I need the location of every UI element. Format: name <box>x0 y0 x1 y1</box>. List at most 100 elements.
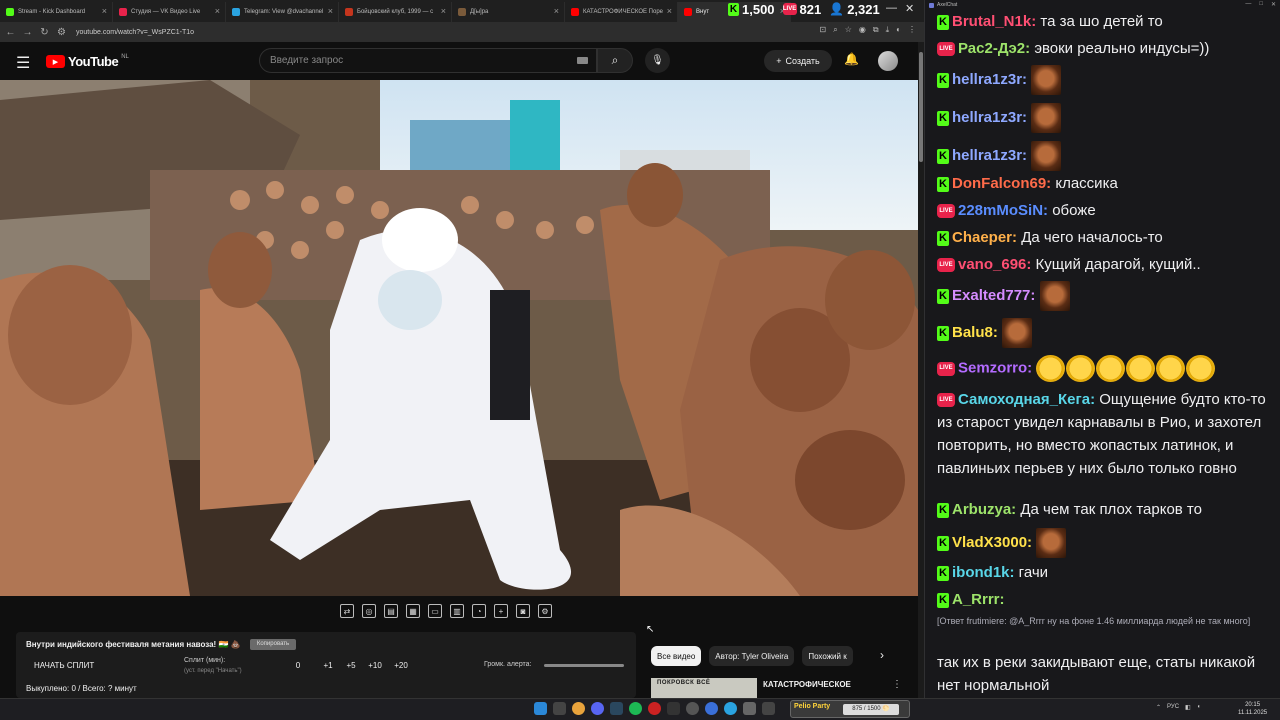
search-button[interactable]: ⌕ <box>597 48 633 73</box>
chat-username[interactable]: Exalted777: <box>952 287 1035 304</box>
recommended-title[interactable]: КАТАСТРОФИЧЕСКОЕ <box>763 680 851 689</box>
chat-username[interactable]: Рас2-Дэ2: <box>958 40 1030 57</box>
keyboard-icon[interactable] <box>577 57 588 64</box>
tab-close-icon[interactable]: × <box>667 6 672 16</box>
more-options-icon[interactable]: ⋮ <box>892 679 902 690</box>
tab-close-icon[interactable]: × <box>102 6 107 16</box>
media-player-icon[interactable] <box>705 702 718 715</box>
columns-icon[interactable]: ▥ <box>450 604 464 618</box>
obs-icon[interactable] <box>648 702 661 715</box>
tab-close-icon[interactable]: × <box>328 6 333 16</box>
tab-close-icon[interactable]: × <box>441 6 446 16</box>
clock[interactable]: 20:15 11.11.2025 <box>1238 701 1267 717</box>
video-player[interactable] <box>0 80 918 596</box>
extension-icon[interactable]: ◉ <box>859 25 866 35</box>
search-icon[interactable] <box>553 702 566 715</box>
search-input[interactable]: Введите запрос <box>259 48 597 73</box>
browser-tab[interactable]: Бойцовский клуб, 1999 — с × <box>339 2 452 22</box>
add-icon[interactable]: + <box>494 604 508 618</box>
chip-similar[interactable]: Похожий к <box>802 646 853 666</box>
tab-close-icon[interactable]: × <box>215 6 220 16</box>
speed-gauge-icon[interactable]: ◔ <box>472 604 486 618</box>
create-button[interactable]: + Создать <box>764 50 832 72</box>
chat-username[interactable]: Brutal_N1k: <box>952 13 1036 30</box>
forward-icon[interactable]: → <box>21 27 34 38</box>
puzzle-icon[interactable]: ⧉ <box>873 25 879 35</box>
voice-search-button[interactable]: 🎙 <box>645 48 670 73</box>
settings-gear-icon[interactable]: ⚙ <box>538 604 552 618</box>
split-plus-10-button[interactable]: +10 <box>362 661 388 670</box>
discord-icon[interactable] <box>591 702 604 715</box>
app-icon-3[interactable] <box>743 702 756 715</box>
minimize-icon[interactable]: — <box>1245 1 1251 8</box>
start-split-button[interactable]: НАЧАТЬ СПЛИТ <box>34 661 94 670</box>
split-plus-20-button[interactable]: +20 <box>388 661 414 670</box>
install-icon[interactable]: ⊡ <box>820 25 827 35</box>
chat-username[interactable]: hellra1z3r: <box>952 109 1027 126</box>
chat-username[interactable]: Balu8: <box>952 324 998 341</box>
recommended-thumbnail[interactable]: ПОКРОВСК ВСЁ <box>651 678 757 698</box>
maximize-icon[interactable]: □ <box>1259 1 1263 8</box>
tab-close-icon[interactable]: × <box>554 6 559 16</box>
split-plus-1-button[interactable]: +1 <box>316 661 340 670</box>
avatar[interactable] <box>878 51 898 71</box>
youtube-logo[interactable]: ▶ YouTube NL <box>46 54 129 69</box>
back-icon[interactable]: ← <box>4 27 17 38</box>
chat-username[interactable]: Semzorro: <box>958 359 1032 376</box>
close-icon[interactable]: ✕ <box>1271 1 1276 8</box>
spotify-icon[interactable] <box>629 702 642 715</box>
chrome-icon[interactable] <box>572 702 585 715</box>
theater-mode-icon[interactable]: ▭ <box>428 604 442 618</box>
app-icon-2[interactable] <box>686 702 699 715</box>
chat-username[interactable]: VladX3000: <box>952 534 1032 551</box>
telegram-icon[interactable] <box>724 702 737 715</box>
volume-icon[interactable]: ◖ <box>1197 704 1201 711</box>
browser-tab[interactable]: КАТАСТРОФИЧЕСКОЕ Поре × <box>565 2 678 22</box>
site-info-icon[interactable]: ⚙ <box>55 27 68 38</box>
chat-username[interactable]: Chaeper: <box>952 229 1017 246</box>
chat-username[interactable]: 228mMoSiN: <box>958 202 1048 219</box>
profile-icon[interactable]: ◐ <box>896 25 901 35</box>
browser-tab[interactable]: Telegram: View @dvachannel × <box>226 2 339 22</box>
app-icon-4[interactable] <box>762 702 775 715</box>
reload-icon[interactable]: ↻ <box>38 27 51 38</box>
language-indicator[interactable]: РУС <box>1167 704 1179 711</box>
chat-username[interactable]: hellra1z3r: <box>952 147 1027 164</box>
chat-username[interactable]: vano_696: <box>958 256 1031 273</box>
captions-icon[interactable]: ▤ <box>384 604 398 618</box>
chip-all-videos[interactable]: Все видео <box>651 646 702 666</box>
copy-button[interactable]: Копировать <box>250 639 296 650</box>
bookmark-star-icon[interactable]: ☆ <box>845 25 852 35</box>
clapper-icon[interactable]: ▦ <box>406 604 420 618</box>
loop-icon[interactable]: ⇄ <box>340 604 354 618</box>
download-icon[interactable]: ⤓ <box>886 25 890 35</box>
chat-username[interactable]: A_Rrrr: <box>952 591 1005 608</box>
chip-author[interactable]: Автор: Tyler Oliveira <box>709 646 795 666</box>
start-icon[interactable] <box>534 702 547 715</box>
browser-tab[interactable]: Студия — VK Видео Live × <box>113 2 226 22</box>
chat-username[interactable]: DonFalcon69: <box>952 175 1051 192</box>
chat-username[interactable]: hellra1z3r: <box>952 71 1027 88</box>
steam-icon[interactable] <box>610 702 623 715</box>
chat-username[interactable]: Arbuzya: <box>952 501 1016 518</box>
broadcast-icon[interactable]: ◎ <box>362 604 376 618</box>
browser-tab[interactable]: Д[ы]ра × <box>452 2 565 22</box>
split-plus-5-button[interactable]: +5 <box>340 661 362 670</box>
zoom-icon[interactable]: ⌕ <box>833 25 837 35</box>
menu-icon[interactable]: ☰ <box>16 53 30 73</box>
minimize-icon[interactable]: — <box>886 2 897 15</box>
menu-dots-icon[interactable]: ⋮ <box>908 25 916 35</box>
network-icon[interactable]: ◧ <box>1185 704 1191 711</box>
notifications-bell-icon[interactable]: 🔔 <box>844 52 859 66</box>
app-icon[interactable] <box>667 702 680 715</box>
chat-username[interactable]: ibond1k: <box>952 564 1015 581</box>
close-icon[interactable]: ✕ <box>905 2 914 15</box>
tray-chevron-icon[interactable]: ⌃ <box>1156 704 1161 711</box>
browser-tab[interactable]: Stream - Kick Dashboard × <box>0 2 113 22</box>
chevron-right-icon[interactable]: › <box>880 648 884 662</box>
screenshot-camera-icon[interactable]: ◙ <box>516 604 530 618</box>
scrollbar-thumb[interactable] <box>919 52 923 162</box>
chat-username[interactable]: Самоходная_Кега: <box>958 391 1095 408</box>
url-field[interactable]: youtube.com/watch?v=_WsPZC1-T1o <box>76 29 194 36</box>
alert-volume-slider[interactable] <box>544 664 624 667</box>
